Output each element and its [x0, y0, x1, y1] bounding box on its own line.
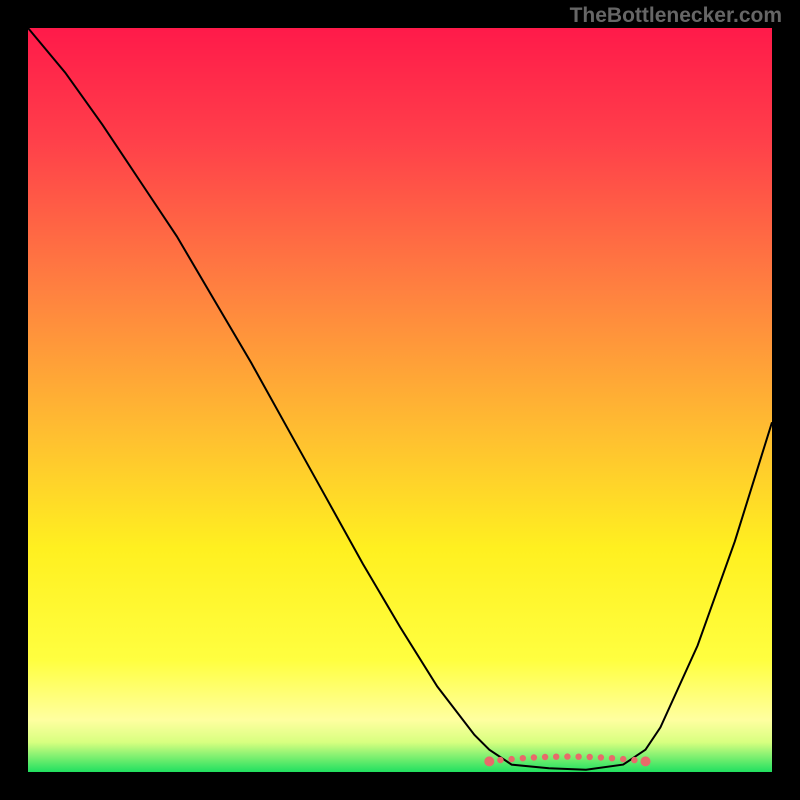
gradient-background: [28, 28, 772, 772]
chart-svg: [28, 28, 772, 772]
chart-container: TheBottlenecker.com: [0, 0, 800, 800]
watermark-text: TheBottlenecker.com: [570, 4, 782, 28]
plot-area: [28, 28, 772, 772]
